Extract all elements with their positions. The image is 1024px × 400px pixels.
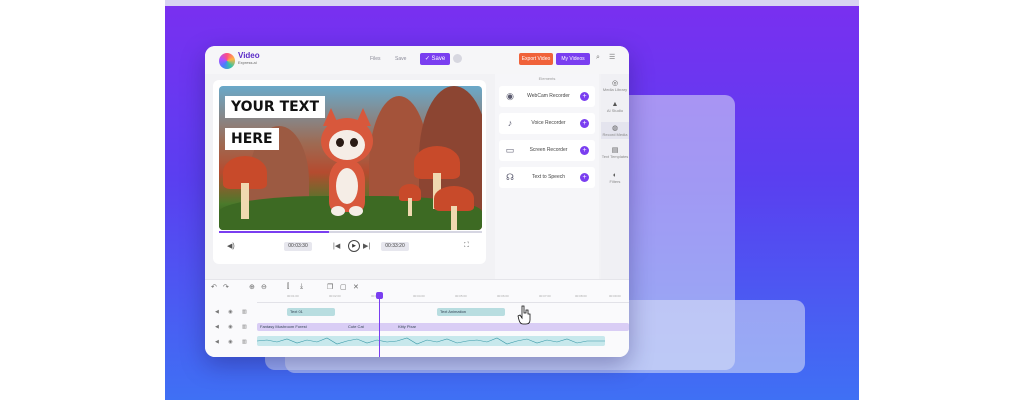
media-icon: ◎	[611, 80, 619, 87]
export-video-button[interactable]: Export Video	[519, 53, 553, 65]
mushroom	[223, 156, 267, 219]
more-options-button[interactable]	[453, 54, 462, 63]
monitor-icon: ▭	[505, 145, 515, 155]
save-button[interactable]: ✓ Save	[420, 53, 450, 65]
skip-back-icon[interactable]: |◀	[333, 242, 340, 250]
rail-label: Filters	[609, 179, 621, 184]
rail-item-media[interactable]: ◎ Media Library	[601, 79, 629, 92]
tick-label: 00:04:00	[413, 294, 425, 298]
rail-label: Record Media	[602, 132, 628, 137]
editor-window: Video Express.ai Files Save ✓ Save Expor…	[205, 46, 629, 357]
timeline-ruler[interactable]: 00:01:00 00:02:00 00:03:00 00:04:00 00:0…	[257, 292, 629, 303]
zoom-in-icon[interactable]: ⊕	[249, 283, 255, 291]
record-icon: ◍	[611, 125, 619, 132]
copy-icon[interactable]: ❐	[327, 283, 333, 291]
audio-waveform-clip[interactable]	[257, 336, 605, 346]
video-clip[interactable]: Cute Cat	[345, 323, 393, 331]
ai-icon: ▲	[611, 101, 619, 108]
waveform	[257, 337, 605, 345]
video-canvas[interactable]: YOUR TEXT HERE	[219, 86, 482, 230]
hand-cursor-icon	[517, 305, 531, 325]
mushroom	[434, 186, 474, 230]
add-icon[interactable]: +	[580, 146, 589, 155]
cat-character	[317, 108, 377, 220]
rail-label: AI Studio	[606, 108, 624, 113]
text-clip[interactable]: Text 01	[287, 308, 335, 316]
side-rail: ◎ Media Library ▲ AI Studio ◍ Record Med…	[601, 74, 629, 279]
voice-recorder-item[interactable]: ♪ Voice Recorder +	[499, 113, 595, 134]
speech-icon: ☊	[506, 172, 514, 182]
panel-header: Elements	[538, 76, 556, 81]
recorder-label: Text to Speech	[531, 174, 566, 180]
logo-subtext: Express.ai	[238, 60, 257, 65]
save-small-button[interactable]: Save	[395, 56, 406, 62]
tick-label: 00:07:00	[539, 294, 551, 298]
rail-item-filters[interactable]: ◐ Filters	[601, 172, 629, 184]
redo-icon[interactable]: ↷	[223, 283, 229, 291]
text-icon: ▤	[611, 147, 619, 154]
screen-recorder-item[interactable]: ▭ Screen Recorder +	[499, 140, 595, 161]
tick-label: 00:02:00	[329, 294, 341, 298]
recorder-label: Screen Recorder	[529, 147, 568, 153]
track-controls[interactable]: ◀ ◉ ▥	[215, 309, 251, 315]
tick-label: 00:08:00	[575, 294, 587, 298]
search-icon[interactable]: ⌕	[596, 54, 604, 62]
recorder-label: WebCam Recorder	[527, 93, 570, 99]
paste-icon[interactable]: ▢	[340, 283, 347, 291]
text-clip[interactable]: Text Animation	[437, 308, 505, 316]
rail-label: Text Templates	[601, 154, 629, 159]
video-preview-panel: YOUR TEXT HERE ◀) 00:03:30 |◀ ▶ ▶| 00:33…	[213, 80, 486, 264]
text-overlay-line2[interactable]: HERE	[225, 128, 279, 150]
zoom-out-icon[interactable]: ⊖	[261, 283, 267, 291]
current-time: 00:03:30	[284, 242, 312, 251]
play-icon[interactable]: ▶	[348, 240, 360, 252]
video-clip[interactable]: Fantasy Mushroom Forest	[257, 323, 342, 331]
tick-label: 00:01:00	[287, 294, 299, 298]
record-media-panel: Elements ◉ WebCam Recorder + ♪ Voice Rec…	[495, 74, 599, 279]
text-overlay-line1[interactable]: YOUR TEXT	[225, 96, 326, 118]
delete-icon[interactable]: ✕	[353, 283, 359, 291]
menu-icon[interactable]: ☰	[609, 54, 617, 62]
fullscreen-icon[interactable]: ⛶	[464, 242, 469, 250]
add-icon[interactable]: +	[580, 173, 589, 182]
playback-progress-bar[interactable]	[219, 231, 482, 233]
tick-label: 00:06:00	[497, 294, 509, 298]
my-videos-button[interactable]: My Videos	[556, 53, 590, 65]
microphone-icon: ♪	[507, 118, 513, 128]
recorder-label: Voice Recorder	[531, 120, 566, 126]
text-to-speech-item[interactable]: ☊ Text to Speech +	[499, 167, 595, 188]
track-controls[interactable]: ◀ ◉ ▥	[215, 339, 251, 345]
files-button[interactable]: Files	[370, 56, 381, 62]
playback-progress-fill	[219, 231, 330, 233]
timeline-panel: ↶ ↷ ⊕ ⊖ ⫿ ⤓ ❐ ▢ ✕ 00:01:00 00:02:00 00:0…	[205, 279, 629, 357]
rail-item-record[interactable]: ◍ Record Media	[601, 122, 629, 139]
track-controls[interactable]: ◀ ◉ ▥	[215, 324, 251, 330]
add-icon[interactable]: +	[580, 119, 589, 128]
filter-icon: ◐	[612, 172, 618, 179]
logo-icon	[219, 53, 235, 69]
mushroom	[399, 184, 421, 216]
rail-item-text[interactable]: ▤ Text Templates	[601, 146, 629, 159]
rail-label: Media Library	[602, 87, 628, 92]
video-clip[interactable]: Kitty Pixar	[395, 323, 440, 331]
webcam-recorder-item[interactable]: ◉ WebCam Recorder +	[499, 86, 595, 107]
tick-label: 00:05:00	[455, 294, 467, 298]
webcam-icon: ◉	[506, 91, 514, 101]
undo-icon[interactable]: ↶	[211, 283, 217, 291]
rail-item-ai[interactable]: ▲ AI Studio	[601, 101, 629, 113]
skip-forward-icon[interactable]: ▶|	[363, 242, 370, 250]
playhead[interactable]	[379, 292, 380, 357]
split-icon[interactable]: ⫿	[287, 283, 289, 291]
volume-icon[interactable]: ◀)	[227, 242, 235, 250]
download-icon[interactable]: ⤓	[300, 283, 303, 291]
total-time: 00:33:20	[381, 242, 409, 251]
tick-label: 00:09:00	[609, 294, 621, 298]
page-background: Video Express.ai Files Save ✓ Save Expor…	[165, 0, 859, 400]
top-bar: Video Express.ai Files Save ✓ Save Expor…	[205, 46, 629, 74]
add-icon[interactable]: +	[580, 92, 589, 101]
logo-text: Video	[238, 51, 260, 60]
top-strip	[165, 0, 859, 6]
playhead-handle[interactable]	[376, 292, 383, 299]
